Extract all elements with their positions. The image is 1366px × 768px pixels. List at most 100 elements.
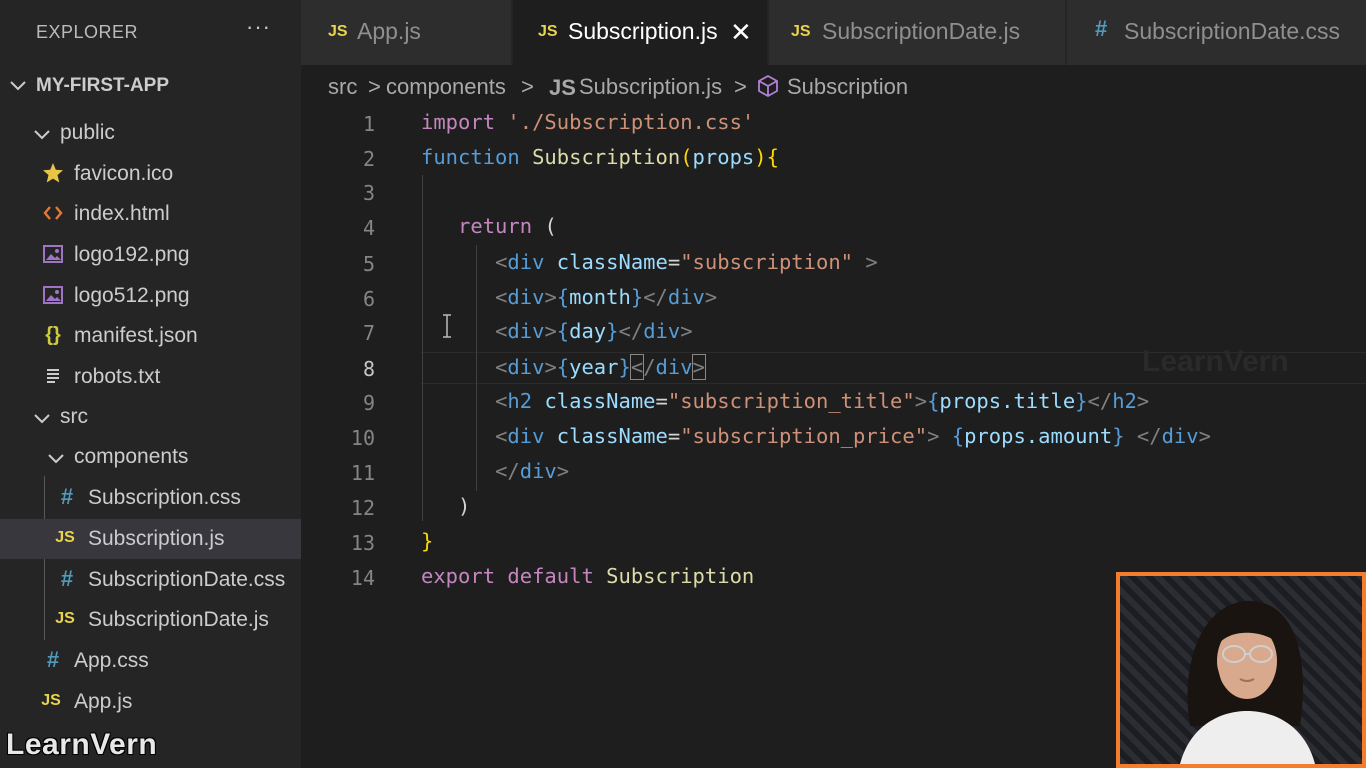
- text-cursor-icon: [441, 313, 453, 344]
- project-root-folder[interactable]: MY-FIRST-APP: [0, 65, 301, 107]
- code-token: >: [914, 389, 928, 413]
- tree-file-app-js[interactable]: JS App.js: [0, 682, 301, 722]
- tab-app-js[interactable]: JS App.js: [301, 0, 511, 65]
- tree-folder-components[interactable]: components: [0, 437, 301, 477]
- js-icon: JS: [538, 23, 558, 40]
- code-token: Subscription: [532, 145, 681, 169]
- project-name: MY-FIRST-APP: [36, 75, 170, 96]
- code-token: <: [495, 424, 508, 448]
- code-token: export: [421, 564, 496, 588]
- editor-tab-bar: JS App.js JS Subscription.js ✕ JS Subscr…: [301, 0, 1366, 65]
- tree-file-manifest[interactable]: {} manifest.json: [0, 316, 301, 356]
- breadcrumb-symbol[interactable]: Subscription: [787, 74, 908, 100]
- code-token: props: [692, 145, 755, 169]
- code-token: day: [569, 319, 607, 343]
- tree-file-logo512[interactable]: logo512.png: [0, 276, 301, 316]
- code-token: "subscription_title": [667, 389, 915, 413]
- line-number: 4: [362, 216, 375, 240]
- code-line-2: function Subscription(props){: [421, 145, 779, 169]
- code-line-10: <div className="subscription_price"> {pr…: [421, 424, 1211, 448]
- ellipsis-icon[interactable]: ···: [246, 14, 271, 40]
- code-line-7: <div>{day}</div>: [421, 319, 693, 343]
- code-token: {: [556, 355, 570, 379]
- tree-file-logo192[interactable]: logo192.png: [0, 235, 301, 275]
- code-line-8: <div>{year}</div>: [421, 354, 706, 380]
- code-line-13: }: [421, 529, 433, 553]
- breadcrumb-src[interactable]: src: [328, 74, 357, 100]
- code-token: className: [544, 389, 656, 413]
- code-token: return: [458, 214, 533, 238]
- js-icon: JS: [55, 610, 75, 627]
- tree-item-label: App.css: [74, 649, 149, 672]
- json-icon: {}: [45, 324, 61, 346]
- close-icon[interactable]: ✕: [730, 17, 752, 48]
- explorer-header: EXPLORER ···: [0, 0, 301, 65]
- symbol-component-icon: [756, 74, 780, 104]
- code-token: function: [421, 145, 520, 169]
- code-token: ){: [754, 145, 779, 169]
- line-number: 9: [362, 391, 375, 415]
- tree-file-subscriptiondate-css[interactable]: # SubscriptionDate.css: [0, 560, 301, 600]
- code-token: }: [630, 285, 644, 309]
- tree-item-label: robots.txt: [74, 365, 161, 388]
- tree-file-app-css[interactable]: # App.css: [0, 641, 301, 681]
- breadcrumb-file[interactable]: Subscription.js: [579, 74, 722, 100]
- code-token: div: [1161, 424, 1199, 448]
- tab-subscription-js[interactable]: JS Subscription.js ✕: [513, 0, 767, 65]
- code-token: =: [667, 424, 681, 448]
- tree-file-subscriptiondate-js[interactable]: JS SubscriptionDate.js: [0, 600, 301, 640]
- presenter-image: [1180, 600, 1315, 764]
- tab-label: SubscriptionDate.js: [822, 18, 1021, 44]
- css-icon: #: [46, 647, 60, 672]
- tree-item-label: Subscription.js: [88, 527, 225, 550]
- breadcrumb-separator: >: [368, 74, 381, 99]
- code-token: </: [1136, 424, 1162, 448]
- tree-item-label: index.html: [74, 202, 170, 225]
- tree-file-favicon[interactable]: favicon.ico: [0, 154, 301, 194]
- code-token: <: [495, 319, 508, 343]
- code-line-14: export default Subscription: [421, 564, 754, 588]
- code-token: className: [556, 424, 668, 448]
- tab-label: SubscriptionDate.css: [1124, 18, 1341, 44]
- tab-subscriptiondate-css[interactable]: # SubscriptionDate.css: [1067, 0, 1366, 65]
- code-token: {: [951, 424, 965, 448]
- code-line-5: <div className="subscription" >: [421, 250, 878, 274]
- chevron-down-icon: [32, 406, 52, 435]
- line-number-current: 8: [362, 357, 375, 381]
- tree-item-label: favicon.ico: [74, 162, 174, 185]
- tab-label: Subscription.js: [568, 18, 718, 44]
- tree-file-subscription-js[interactable]: JS Subscription.js: [0, 519, 301, 559]
- tab-label: App.js: [357, 18, 421, 44]
- breadcrumb-components[interactable]: components: [386, 74, 506, 100]
- code-token: Subscription: [606, 564, 755, 588]
- code-token: >: [544, 319, 557, 343]
- line-number: 12: [350, 496, 375, 520]
- code-token: (: [544, 214, 557, 238]
- line-number: 10: [350, 426, 375, 450]
- line-number: 14: [350, 566, 375, 590]
- code-token: <: [495, 355, 508, 379]
- tree-folder-src[interactable]: src: [0, 397, 301, 437]
- tree-folder-public[interactable]: public: [0, 113, 301, 153]
- matching-bracket: >: [691, 354, 706, 380]
- tree-item-label: SubscriptionDate.js: [88, 608, 269, 631]
- line-number: 6: [362, 287, 375, 311]
- tree-file-robots[interactable]: robots.txt: [0, 357, 301, 397]
- code-token: <: [495, 250, 508, 274]
- code-token: </: [1087, 389, 1113, 413]
- tree-file-subscription-css[interactable]: # Subscription.css: [0, 478, 301, 518]
- code-token: './Subscription.css': [507, 110, 755, 134]
- breadcrumb-separator: >: [734, 74, 747, 99]
- code-token: (: [680, 145, 693, 169]
- tab-subscriptiondate-js[interactable]: JS SubscriptionDate.js: [769, 0, 1065, 65]
- tree-file-index-html[interactable]: index.html: [0, 194, 301, 234]
- star-icon: [42, 162, 64, 184]
- css-icon: #: [60, 484, 74, 509]
- tree-item-label: SubscriptionDate.css: [88, 568, 286, 591]
- js-icon: JS: [549, 75, 576, 100]
- code-token: div: [667, 285, 705, 309]
- code-token: div: [507, 424, 545, 448]
- tree-item-label: components: [74, 445, 189, 468]
- code-token: >: [556, 459, 570, 483]
- code-token: <: [495, 285, 508, 309]
